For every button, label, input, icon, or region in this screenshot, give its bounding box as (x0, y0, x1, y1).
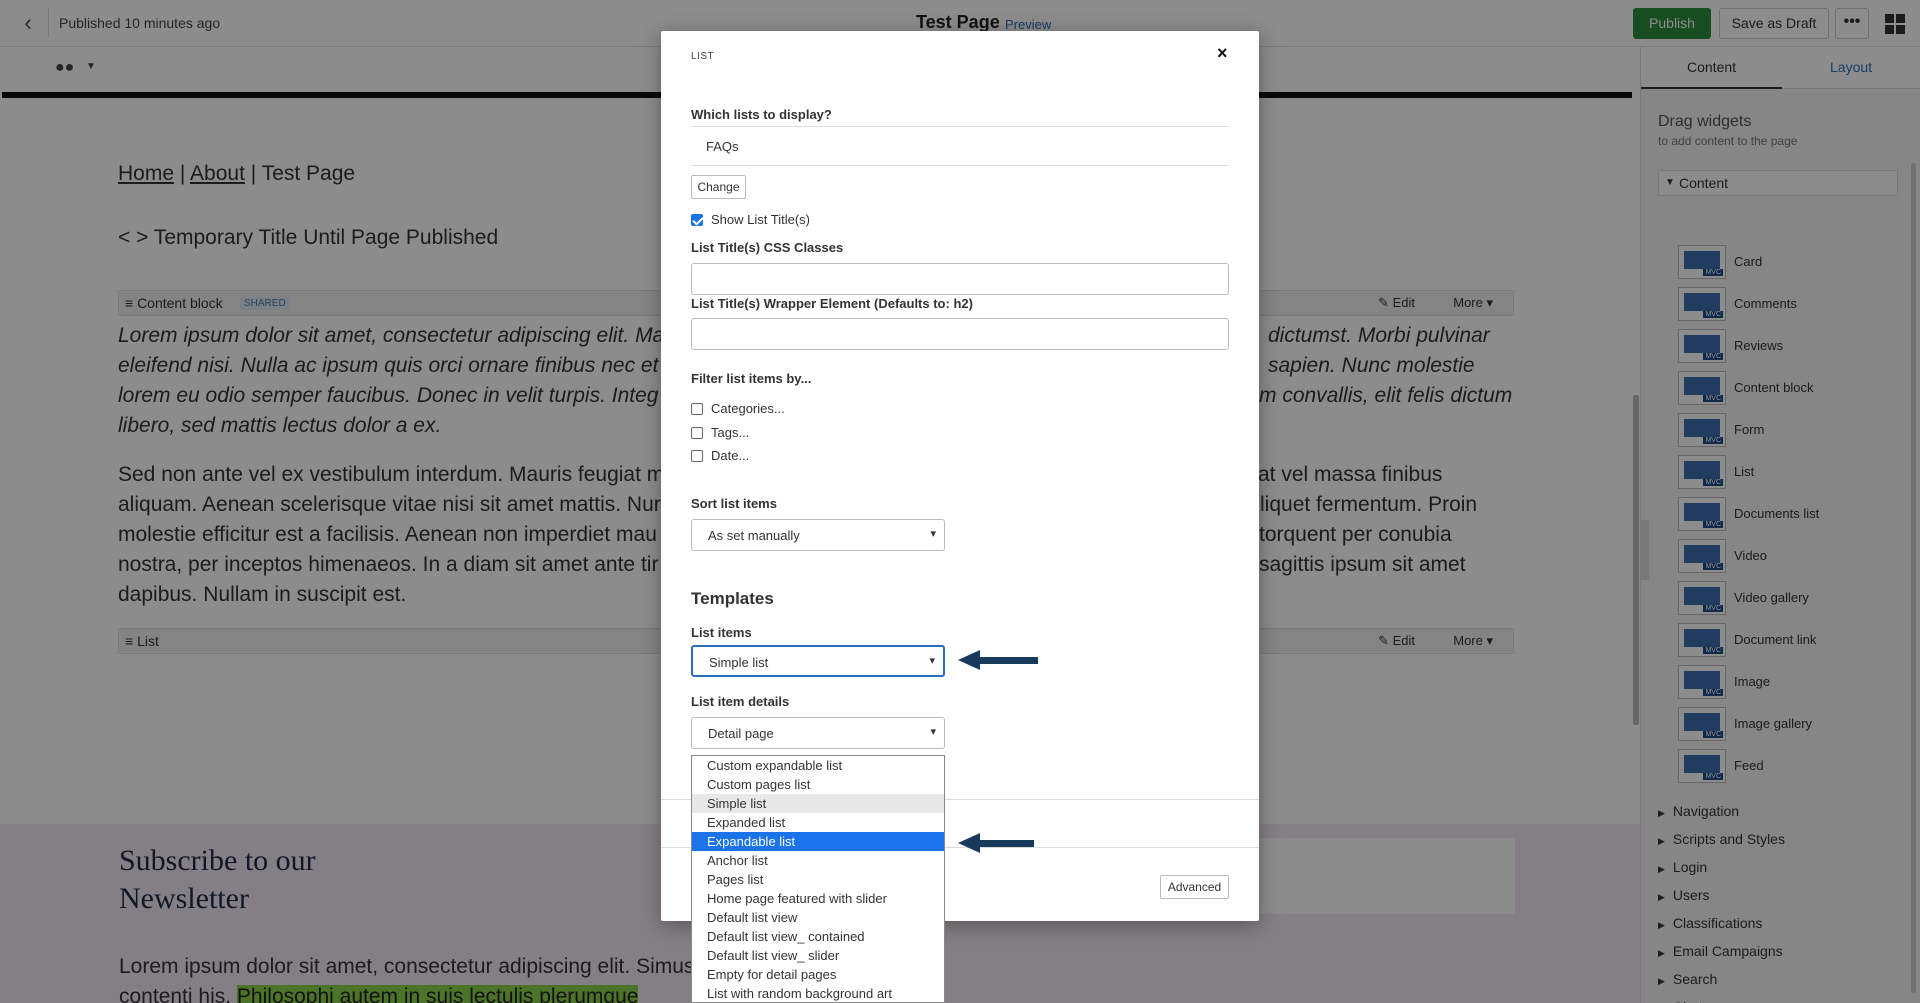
filter-date-label: Date... (711, 448, 750, 463)
filter-label: Filter list items by... (691, 371, 812, 386)
sort-select[interactable]: As set manually ▾ (691, 519, 945, 551)
templates-heading: Templates (691, 589, 774, 608)
list-items-label: List items (691, 625, 752, 640)
checkbox[interactable] (691, 450, 703, 462)
filter-categories-label: Categories... (711, 401, 785, 416)
list-items-dropdown: Custom expandable list Custom pages list S… (691, 755, 945, 1003)
list-items-template-select[interactable]: Simple list ▾ (691, 645, 945, 677)
list-items-select-value: Simple list (709, 655, 769, 670)
checkbox-checked[interactable] (691, 214, 703, 226)
dropdown-option[interactable]: Custom pages list (692, 775, 944, 794)
dialog-title: LIST (691, 51, 715, 62)
advanced-button[interactable]: Advanced (1160, 875, 1229, 899)
chevron-down-icon: ▾ (929, 655, 935, 667)
checkbox[interactable] (691, 427, 703, 439)
dropdown-option[interactable]: Default list view_ slider (692, 946, 944, 965)
filter-date-checkbox[interactable]: Date... (691, 448, 749, 463)
filter-tags-label: Tags... (711, 425, 750, 440)
list-item-details-label: List item details (691, 694, 790, 709)
which-lists-label: Which lists to display? (691, 107, 832, 122)
change-button[interactable]: Change (691, 175, 746, 199)
sort-select-value: As set manually (708, 528, 800, 543)
css-classes-label: List Title(s) CSS Classes (691, 240, 844, 255)
filter-tags-checkbox[interactable]: Tags... (691, 425, 749, 440)
list-item-details-select[interactable]: Detail page ▾ (691, 717, 945, 749)
dropdown-option[interactable]: Anchor list (692, 851, 944, 870)
sort-label: Sort list items (691, 496, 777, 511)
selected-list-value: FAQs (706, 139, 739, 154)
show-titles-checkbox[interactable]: Show List Title(s) (691, 212, 810, 227)
dropdown-option[interactable]: Home page featured with slider (692, 889, 944, 908)
checkbox[interactable] (691, 403, 703, 415)
chevron-down-icon: ▾ (930, 726, 936, 738)
selected-list-row: FAQs (691, 126, 1229, 166)
dropdown-option[interactable]: Pages list (692, 870, 944, 889)
show-titles-label: Show List Title(s) (711, 212, 810, 227)
annotation-arrow-icon (958, 650, 1038, 670)
dropdown-option[interactable]: Custom expandable list (692, 756, 944, 775)
dropdown-option[interactable]: List with random background art (692, 984, 944, 1002)
dropdown-option[interactable]: Simple list (692, 794, 944, 813)
css-classes-input[interactable] (691, 263, 1229, 295)
close-icon[interactable]: × (1217, 43, 1228, 64)
list-item-details-value: Detail page (708, 726, 774, 741)
dropdown-option[interactable]: Expandable list (692, 832, 944, 851)
annotation-arrow-icon (958, 833, 1034, 853)
wrapper-element-label: List Title(s) Wrapper Element (Defaults … (691, 296, 973, 311)
filter-categories-checkbox[interactable]: Categories... (691, 401, 785, 416)
dropdown-option[interactable]: Expanded list (692, 813, 944, 832)
dropdown-option[interactable]: Empty for detail pages (692, 965, 944, 984)
chevron-down-icon: ▾ (930, 528, 936, 540)
dropdown-option[interactable]: Default list view_ contained (692, 927, 944, 946)
dropdown-option[interactable]: Default list view (692, 908, 944, 927)
wrapper-element-input[interactable] (691, 318, 1229, 350)
